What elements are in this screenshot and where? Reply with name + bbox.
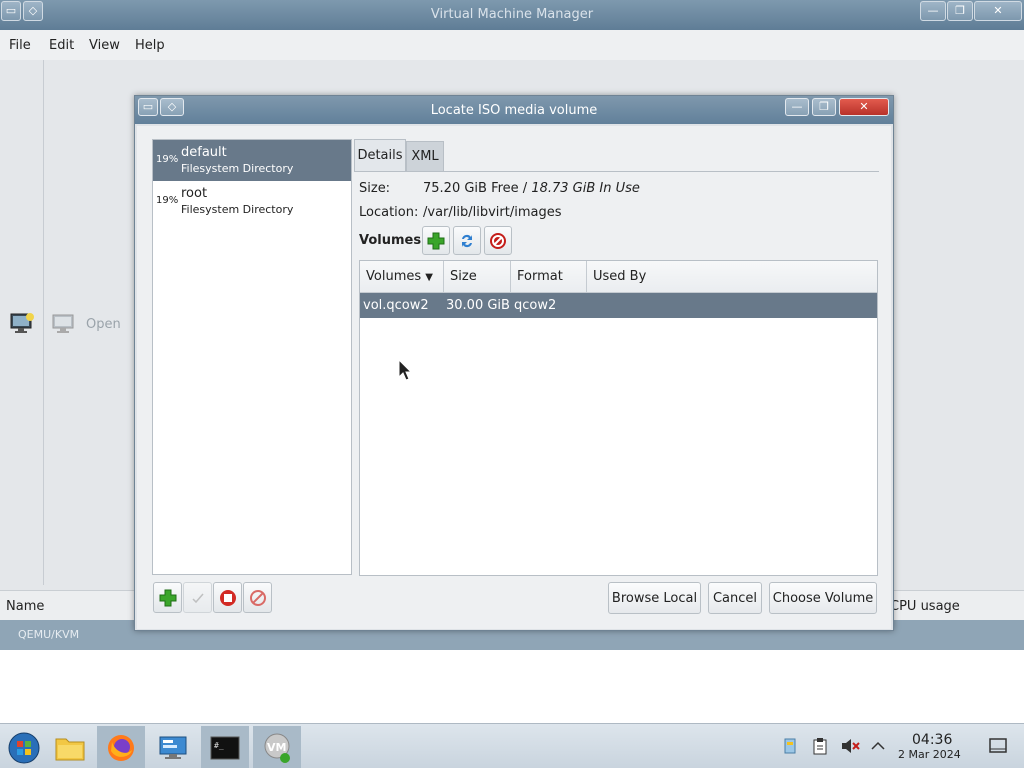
refresh-volumes-button[interactable] <box>453 226 481 255</box>
pool-item-default[interactable]: 19% default Filesystem Directory <box>153 140 351 181</box>
pool-usage-percent: 19% <box>156 195 179 206</box>
locate-iso-dialog: ▭ ◇ Locate ISO media volume — ❐ ✕ 19% de… <box>134 95 894 631</box>
add-icon <box>427 232 445 249</box>
column-size[interactable]: Size <box>444 261 511 292</box>
volume-muted-icon[interactable] <box>840 736 860 756</box>
table-row[interactable]: vol.qcow2 30.00 GiB qcow2 <box>360 293 877 318</box>
checkmark-icon <box>191 593 204 603</box>
connection-label: QEMU/KVM <box>18 628 80 641</box>
browse-local-button[interactable]: Browse Local <box>608 582 701 614</box>
chevron-up-icon[interactable] <box>868 736 888 756</box>
dialog-titlebar: ▭ ◇ Locate ISO media volume — ❐ ✕ <box>135 96 893 124</box>
show-desktop-icon[interactable] <box>988 736 1008 756</box>
cancel-button[interactable]: Cancel <box>708 582 762 614</box>
clock-date[interactable]: 2 Mar 2024 <box>898 748 961 761</box>
column-volumes[interactable]: Volumes ▼ <box>360 261 444 292</box>
open-vm-icon[interactable] <box>52 314 76 334</box>
main-window-title: Virtual Machine Manager <box>430 7 594 22</box>
tab-details[interactable]: Details <box>354 139 406 171</box>
volume-table-header: Volumes ▼ Size Format Used By <box>360 261 877 293</box>
delete-icon <box>490 232 506 249</box>
dialog-close-button[interactable]: ✕ <box>839 98 889 116</box>
pool-type: Filesystem Directory <box>181 162 294 175</box>
menu-view[interactable]: View <box>89 38 120 53</box>
add-volume-button[interactable] <box>422 226 450 255</box>
vm-list-area <box>0 650 1024 723</box>
settings-monitor-icon <box>159 736 187 759</box>
dialog-maximize-button[interactable]: ❐ <box>812 98 836 116</box>
size-separator: / <box>518 181 532 196</box>
stop-pool-button[interactable] <box>213 582 242 613</box>
menu-edit[interactable]: Edit <box>49 38 74 53</box>
size-used: 18.73 GiB In Use <box>531 181 640 196</box>
add-pool-button[interactable] <box>153 582 182 613</box>
volume-name: vol.qcow2 <box>363 298 429 313</box>
add-icon <box>159 589 176 606</box>
volume-format: qcow2 <box>514 298 557 313</box>
virt-manager-icon: VM <box>264 733 290 763</box>
size-label: Size: <box>359 181 391 196</box>
size-free: 75.20 GiB Free <box>423 181 519 196</box>
pool-name: root <box>181 186 208 201</box>
delete-volume-button[interactable] <box>484 226 512 255</box>
close-button[interactable]: ✕ <box>974 1 1022 21</box>
menubar: File Edit View Help <box>0 30 1024 60</box>
taskbar-terminal[interactable]: #_ <box>201 726 249 768</box>
start-pool-button[interactable] <box>183 582 212 613</box>
column-used-by[interactable]: Used By <box>587 261 877 292</box>
location-value: /var/lib/libvirt/images <box>423 205 562 220</box>
taskbar-virt-manager[interactable]: VM <box>253 726 301 768</box>
start-orb-icon <box>8 732 40 763</box>
main-window-titlebar: ▭ ◇ Virtual Machine Manager — ❐ ✕ <box>0 0 1024 30</box>
firefox-icon <box>108 734 134 761</box>
tab-divider <box>354 171 879 172</box>
dialog-title: Locate ISO media volume <box>430 103 598 118</box>
network-tray-icon[interactable] <box>780 736 800 756</box>
menu-help[interactable]: Help <box>135 38 165 53</box>
storage-pool-list: 19% default Filesystem Directory 19% roo… <box>152 139 352 575</box>
sort-descending-icon: ▼ <box>425 272 433 283</box>
volume-table: Volumes ▼ Size Format Used By vol.qcow2 … <box>359 260 878 576</box>
column-format[interactable]: Format <box>511 261 587 292</box>
choose-volume-button[interactable]: Choose Volume <box>769 582 877 614</box>
taskbar-control-panel[interactable] <box>149 726 197 768</box>
menu-file[interactable]: File <box>9 38 31 53</box>
pool-type: Filesystem Directory <box>181 203 294 216</box>
volume-size: 30.00 GiB <box>446 298 510 313</box>
column-name[interactable]: Name <box>6 599 44 614</box>
toolbar-separator <box>43 60 44 585</box>
dialog-minimize-button[interactable]: — <box>785 98 809 116</box>
new-vm-icon[interactable] <box>10 312 36 334</box>
clock-time[interactable]: 04:36 <box>912 732 952 748</box>
folder-icon <box>55 738 85 760</box>
start-menu-button[interactable] <box>0 726 48 768</box>
minimize-button[interactable]: — <box>920 1 946 21</box>
volumes-heading: Volumes <box>359 233 422 248</box>
dialog-body: 19% default Filesystem Directory 19% roo… <box>137 126 891 629</box>
column-cpu-usage[interactable]: CPU usage <box>890 599 960 614</box>
delete-pool-button[interactable] <box>243 582 272 613</box>
taskbar: #_ VM 04:36 2 Mar 2024 <box>0 723 1024 768</box>
pool-usage-percent: 19% <box>156 154 179 165</box>
stop-icon <box>219 589 236 606</box>
clipboard-tray-icon[interactable] <box>810 736 830 756</box>
delete-icon <box>249 589 266 606</box>
taskbar-file-manager[interactable] <box>46 726 94 768</box>
refresh-icon <box>462 234 472 247</box>
svg-text:#_: #_ <box>214 741 224 750</box>
pool-item-root[interactable]: 19% root Filesystem Directory <box>153 181 351 222</box>
size-value: 75.20 GiB Free / 18.73 GiB In Use <box>423 181 640 196</box>
pool-name: default <box>181 145 227 160</box>
svg-text:VM: VM <box>267 741 286 754</box>
mouse-cursor-icon <box>398 358 413 385</box>
location-label: Location: <box>359 205 419 220</box>
maximize-button[interactable]: ❐ <box>947 1 973 21</box>
terminal-icon: #_ <box>210 736 240 759</box>
tab-xml[interactable]: XML <box>406 141 444 171</box>
taskbar-firefox[interactable] <box>97 726 145 768</box>
open-button-label[interactable]: Open <box>86 317 121 332</box>
